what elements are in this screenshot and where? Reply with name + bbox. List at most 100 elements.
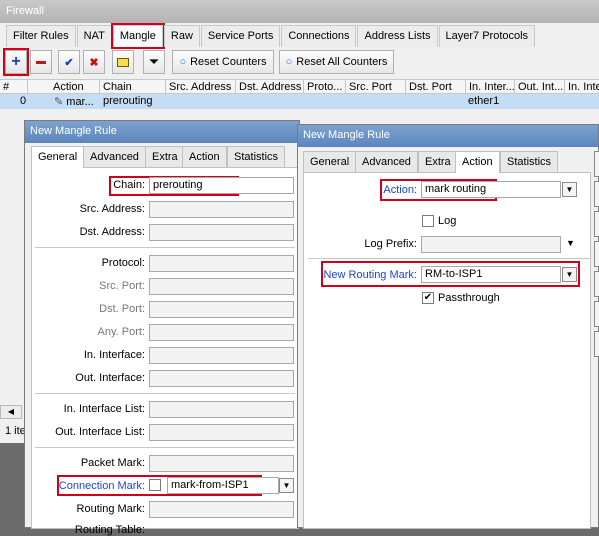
dst-port-label: Dst. Port: [99, 303, 145, 315]
connection-mark-input[interactable]: mark-from-ISP1 [167, 477, 279, 494]
new-routing-mark-input[interactable]: RM-to-ISP1 [421, 266, 561, 283]
enable-button[interactable]: ✔ [58, 50, 80, 74]
tab-mangle[interactable]: Mangle [110, 23, 165, 49]
col-in-interface-list[interactable]: In. Inte [565, 80, 599, 94]
right-tab-general[interactable]: General [303, 151, 357, 173]
toolbar: + ✔ ✖ ⏷ ○ Reset Counters ○ Reset All Cou… [0, 48, 599, 76]
row-chain: prerouting [103, 95, 153, 107]
connection-mark-label: Connection Mark: [58, 480, 145, 492]
col-action[interactable]: Action [50, 80, 100, 94]
out-interface-list-label: Out. Interface List: [55, 426, 145, 438]
side-button[interactable] [594, 301, 599, 327]
side-button[interactable] [594, 331, 599, 357]
table-row[interactable]: 0 ✎ mar... prerouting ether1 [0, 94, 599, 109]
chain-input[interactable]: prerouting [149, 177, 294, 194]
reset-all-counters-label: Reset All Counters [296, 56, 388, 68]
window-title-bar: Firewall [0, 0, 599, 23]
reset-icon: ○ [179, 56, 187, 68]
reset-counters-button[interactable]: ○ Reset Counters [172, 50, 274, 74]
col-number[interactable]: # [0, 80, 28, 94]
col-protocol[interactable]: Proto... [304, 80, 346, 94]
routing-mark-label: Routing Mark: [76, 503, 145, 515]
separator [35, 393, 295, 394]
protocol-input[interactable] [149, 255, 294, 272]
passthrough-checkbox[interactable]: ✔ [422, 292, 434, 304]
packet-mark-label: Packet Mark: [80, 457, 145, 469]
log-label: Log [438, 215, 457, 227]
passthrough-label: Passthrough [438, 292, 500, 304]
out-interface-input[interactable] [149, 370, 294, 387]
add-icon[interactable]: + [3, 48, 29, 76]
row-action: ✎ mar... [54, 95, 94, 108]
tab-raw[interactable]: Raw [163, 25, 200, 47]
in-interface-list-input[interactable] [149, 401, 294, 418]
left-tab-advanced[interactable]: Advanced [83, 146, 146, 168]
dropdown-arrow-icon[interactable]: ▼ [566, 238, 575, 248]
separator [35, 447, 295, 448]
packet-mark-input[interactable] [149, 455, 294, 472]
filter-button[interactable]: ⏷ [143, 50, 165, 74]
connection-mark-negate-checkbox[interactable] [149, 479, 161, 491]
side-button[interactable] [594, 181, 599, 207]
firewall-tabs: Filter Rules NAT Mangle Raw Service Port… [6, 23, 536, 49]
log-prefix-input[interactable] [421, 236, 561, 253]
dst-port-input[interactable] [149, 301, 294, 318]
left-tab-action[interactable]: Action [182, 146, 227, 168]
action-select[interactable]: mark routing [421, 181, 561, 198]
tab-layer7-protocols[interactable]: Layer7 Protocols [438, 25, 536, 47]
left-tab-extra[interactable]: Extra [145, 146, 185, 168]
col-chain[interactable]: Chain [100, 80, 166, 94]
side-button[interactable] [594, 211, 599, 237]
left-tab-general[interactable]: General [31, 146, 85, 168]
col-dst-port[interactable]: Dst. Port [406, 80, 466, 94]
src-port-label: Src. Port: [99, 280, 145, 292]
right-mangle-dialog: New Mangle Rule General Advanced Extra A… [297, 124, 599, 529]
row-number: 0 [20, 95, 27, 107]
dropdown-icon[interactable]: ▼ [562, 182, 577, 197]
src-port-input[interactable] [149, 278, 294, 295]
pencil-icon: ✎ [54, 96, 64, 108]
remove-button[interactable] [30, 50, 52, 74]
right-tab-statistics[interactable]: Statistics [500, 151, 559, 173]
log-checkbox[interactable] [422, 215, 434, 227]
tab-address-lists[interactable]: Address Lists [357, 25, 438, 47]
separator [308, 258, 590, 259]
rules-table-header: # Action Chain Src. Address Dst. Address… [0, 79, 599, 94]
col-src-port[interactable]: Src. Port [346, 80, 406, 94]
col-out-interface[interactable]: Out. Int... [515, 80, 565, 94]
tab-connections[interactable]: Connections [281, 25, 357, 47]
any-port-input[interactable] [149, 324, 294, 341]
row-action-text: mar... [66, 96, 94, 108]
left-tab-statistics[interactable]: Statistics [227, 146, 286, 168]
dropdown-icon[interactable]: ▼ [562, 267, 577, 282]
disable-button[interactable]: ✖ [83, 50, 105, 74]
src-address-input[interactable] [149, 201, 294, 218]
tab-nat[interactable]: NAT [76, 25, 112, 47]
col-in-interface[interactable]: In. Inter... [466, 80, 515, 94]
routing-mark-input[interactable] [149, 501, 294, 518]
side-button[interactable] [594, 241, 599, 267]
dropdown-icon[interactable]: ▼ [279, 478, 294, 493]
tab-service-ports[interactable]: Service Ports [200, 25, 281, 47]
out-interface-list-input[interactable] [149, 424, 294, 441]
right-dialog-title: New Mangle Rule [298, 125, 598, 147]
dst-address-input[interactable] [149, 224, 294, 241]
window-title: Firewall [6, 5, 44, 17]
side-button[interactable] [594, 151, 599, 177]
side-button[interactable] [594, 271, 599, 297]
right-tab-extra[interactable]: Extra [418, 151, 458, 173]
checkmark-icon: ✔ [423, 292, 433, 303]
in-interface-input[interactable] [149, 347, 294, 364]
col-dst-address[interactable]: Dst. Address [236, 80, 304, 94]
right-tab-advanced[interactable]: Advanced [355, 151, 418, 173]
any-port-label: Any. Port: [97, 326, 145, 338]
right-tab-action[interactable]: Action [455, 151, 500, 173]
tab-filter-rules[interactable]: Filter Rules [6, 25, 76, 47]
comment-button[interactable] [112, 50, 134, 74]
reset-all-icon: ○ [285, 56, 293, 68]
scroll-left-icon[interactable]: ◀ [0, 405, 22, 419]
col-src-address[interactable]: Src. Address [166, 80, 236, 94]
in-interface-label: In. Interface: [83, 349, 145, 361]
src-address-label: Src. Address: [79, 203, 145, 215]
reset-all-counters-button[interactable]: ○ Reset All Counters [279, 50, 394, 74]
